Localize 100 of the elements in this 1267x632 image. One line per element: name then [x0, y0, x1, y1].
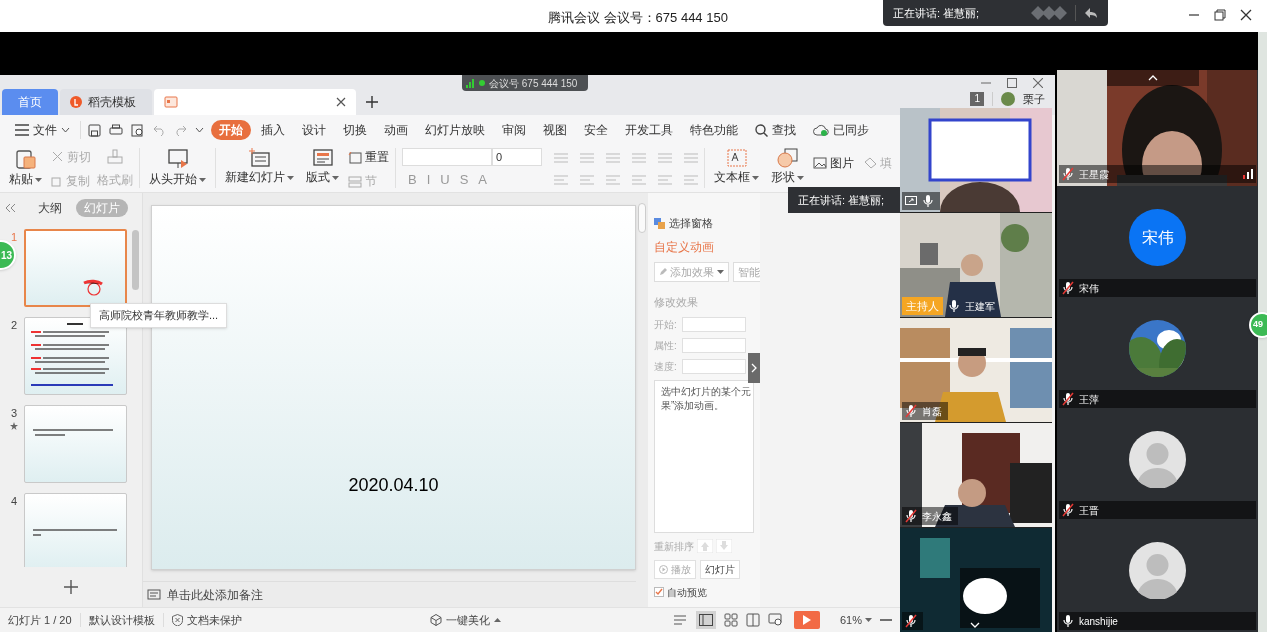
caret-up-icon: [493, 618, 501, 622]
hint-box[interactable]: 选中幻灯片的某个元 果”添加动画。: [654, 379, 754, 533]
close-icon: [336, 97, 346, 107]
restore-icon: [1214, 8, 1226, 22]
user-name[interactable]: 栗子: [1023, 92, 1045, 106]
add-tab-icon: [366, 96, 378, 108]
slideshow-button[interactable]: 幻灯片: [700, 559, 740, 579]
preview-icon: [131, 123, 145, 137]
align-left-icon: [554, 174, 568, 186]
play-slideshow-button[interactable]: [793, 611, 820, 629]
scrollbar-thumb[interactable]: [638, 203, 646, 233]
text-direction-icon: [658, 152, 672, 164]
move-down-icon: [716, 539, 732, 553]
screen-share-icon: [905, 195, 917, 207]
hint-text: 果”添加动画。: [661, 398, 726, 413]
menu-tab[interactable]: 文件: [8, 120, 77, 140]
participant-tile[interactable]: kanshijie: [1057, 519, 1258, 630]
template-name[interactable]: 默认设计模板: [80, 611, 163, 629]
text-box-button[interactable]: 文本框: [711, 148, 762, 185]
participant-name: 王建军: [965, 299, 995, 314]
collapse-pane-button[interactable]: [748, 353, 760, 383]
align-center-icon: [580, 174, 594, 186]
new-slide-button[interactable]: 新建幻灯片: [222, 148, 297, 185]
menu-tab[interactable]: 开发工具: [618, 120, 680, 140]
beautify-button[interactable]: 一键美化: [429, 611, 501, 629]
line-spacing-icon: [684, 152, 698, 164]
menu-tab[interactable]: 安全: [577, 120, 615, 140]
from-start-button[interactable]: 从头开始: [146, 148, 209, 187]
page-count-badge: 1: [970, 92, 984, 106]
person-silhouette-icon: [1129, 542, 1186, 599]
menu-tab[interactable]: 切换: [336, 120, 374, 140]
fill-icon: [864, 157, 877, 169]
font-size-field[interactable]: 0: [492, 148, 542, 166]
minimize-icon: [1188, 14, 1200, 16]
protection-status[interactable]: 文档未保护: [163, 611, 250, 629]
menu-tab[interactable]: 幻灯片放映: [418, 120, 492, 140]
person-silhouette-icon: [1129, 431, 1186, 488]
menu-tab[interactable]: 特色功能: [683, 120, 745, 140]
tooltip: 高师院校青年教师教学...: [90, 303, 228, 328]
image-icon: [813, 157, 827, 169]
paste-button[interactable]: 粘贴: [6, 148, 45, 187]
document-tab[interactable]: [154, 89, 356, 115]
align-right-icon: [606, 174, 620, 186]
normal-view-button[interactable]: [695, 611, 716, 629]
zoom-level[interactable]: 61%: [839, 611, 872, 629]
participant-tile[interactable]: 王晋: [1057, 408, 1258, 519]
scrollbar-thumb[interactable]: [132, 230, 139, 290]
window-title: 腾讯会议 会议号：675 444 150: [548, 9, 728, 27]
menu-tab[interactable]: 设计: [295, 120, 333, 140]
reset-button[interactable]: 重置: [348, 148, 389, 166]
participant-name: 王萍: [1079, 392, 1099, 407]
slide-thumbnail[interactable]: [24, 405, 127, 483]
font-field[interactable]: [402, 148, 492, 166]
layout-icon: [312, 148, 333, 168]
participant-tile[interactable]: 宋伟 宋伟: [1057, 186, 1258, 297]
menu-tab[interactable]: 查找: [748, 120, 803, 140]
close-icon: [1033, 78, 1043, 88]
add-slide-icon: [64, 580, 78, 594]
save-icon: [88, 123, 101, 137]
note-icon: [147, 588, 161, 601]
auto-preview-checkbox[interactable]: 自动预览: [654, 584, 754, 600]
picture-button[interactable]: 图片: [813, 154, 854, 172]
input-field[interactable]: [682, 316, 746, 332]
caret-icon: [332, 175, 339, 180]
user-avatar[interactable]: [1001, 92, 1015, 106]
slide-number: 4: [10, 494, 18, 509]
chevron-down-icon: [970, 622, 980, 629]
menu-tab[interactable]: 已同步: [806, 120, 876, 140]
grid-view-icon: [723, 613, 738, 627]
chevron-right-icon: [751, 363, 757, 373]
shape-button[interactable]: 形状: [768, 148, 807, 185]
document-tab[interactable]: 稻壳模板: [60, 89, 152, 115]
pane-title: 自定义动画: [654, 238, 715, 256]
columns-icon: [684, 174, 698, 186]
participant-name: 宋伟: [1079, 281, 1099, 296]
notes-placeholder[interactable]: 单击此处添加备注: [167, 585, 263, 604]
slide-thumbnail[interactable]: [24, 493, 127, 567]
reading-view-icon: [745, 613, 760, 627]
undo-icon: [153, 124, 166, 136]
shapes-icon: [776, 148, 799, 168]
signal-bars-icon: [1243, 169, 1253, 179]
select-pane-link[interactable]: 选择窗格: [654, 215, 754, 232]
panel-tab[interactable]: 大纲: [30, 199, 70, 217]
speaker-text: 正在讲话: 崔慧丽;: [893, 5, 980, 21]
layout-button[interactable]: 版式: [303, 148, 342, 185]
menu-tab[interactable]: 审阅: [495, 120, 533, 140]
maximize-icon: [1007, 78, 1017, 88]
menu-tab[interactable]: 插入: [254, 120, 292, 140]
menu-tab[interactable]: 视图: [536, 120, 574, 140]
signal-icon: [466, 78, 475, 88]
redo-icon: [174, 124, 187, 136]
notes-view-icon: [673, 614, 688, 626]
menu-tab[interactable]: 动画: [377, 120, 415, 140]
slide-thumbnail[interactable]: [24, 229, 127, 307]
numbered-list-icon: [580, 152, 594, 164]
checkmark-icon: [655, 588, 663, 596]
input-field[interactable]: [682, 337, 746, 353]
speaking-tooltip: 正在讲话: 崔慧丽;: [788, 187, 900, 213]
slide-number: 3: [10, 406, 18, 421]
input-field[interactable]: [682, 358, 746, 374]
